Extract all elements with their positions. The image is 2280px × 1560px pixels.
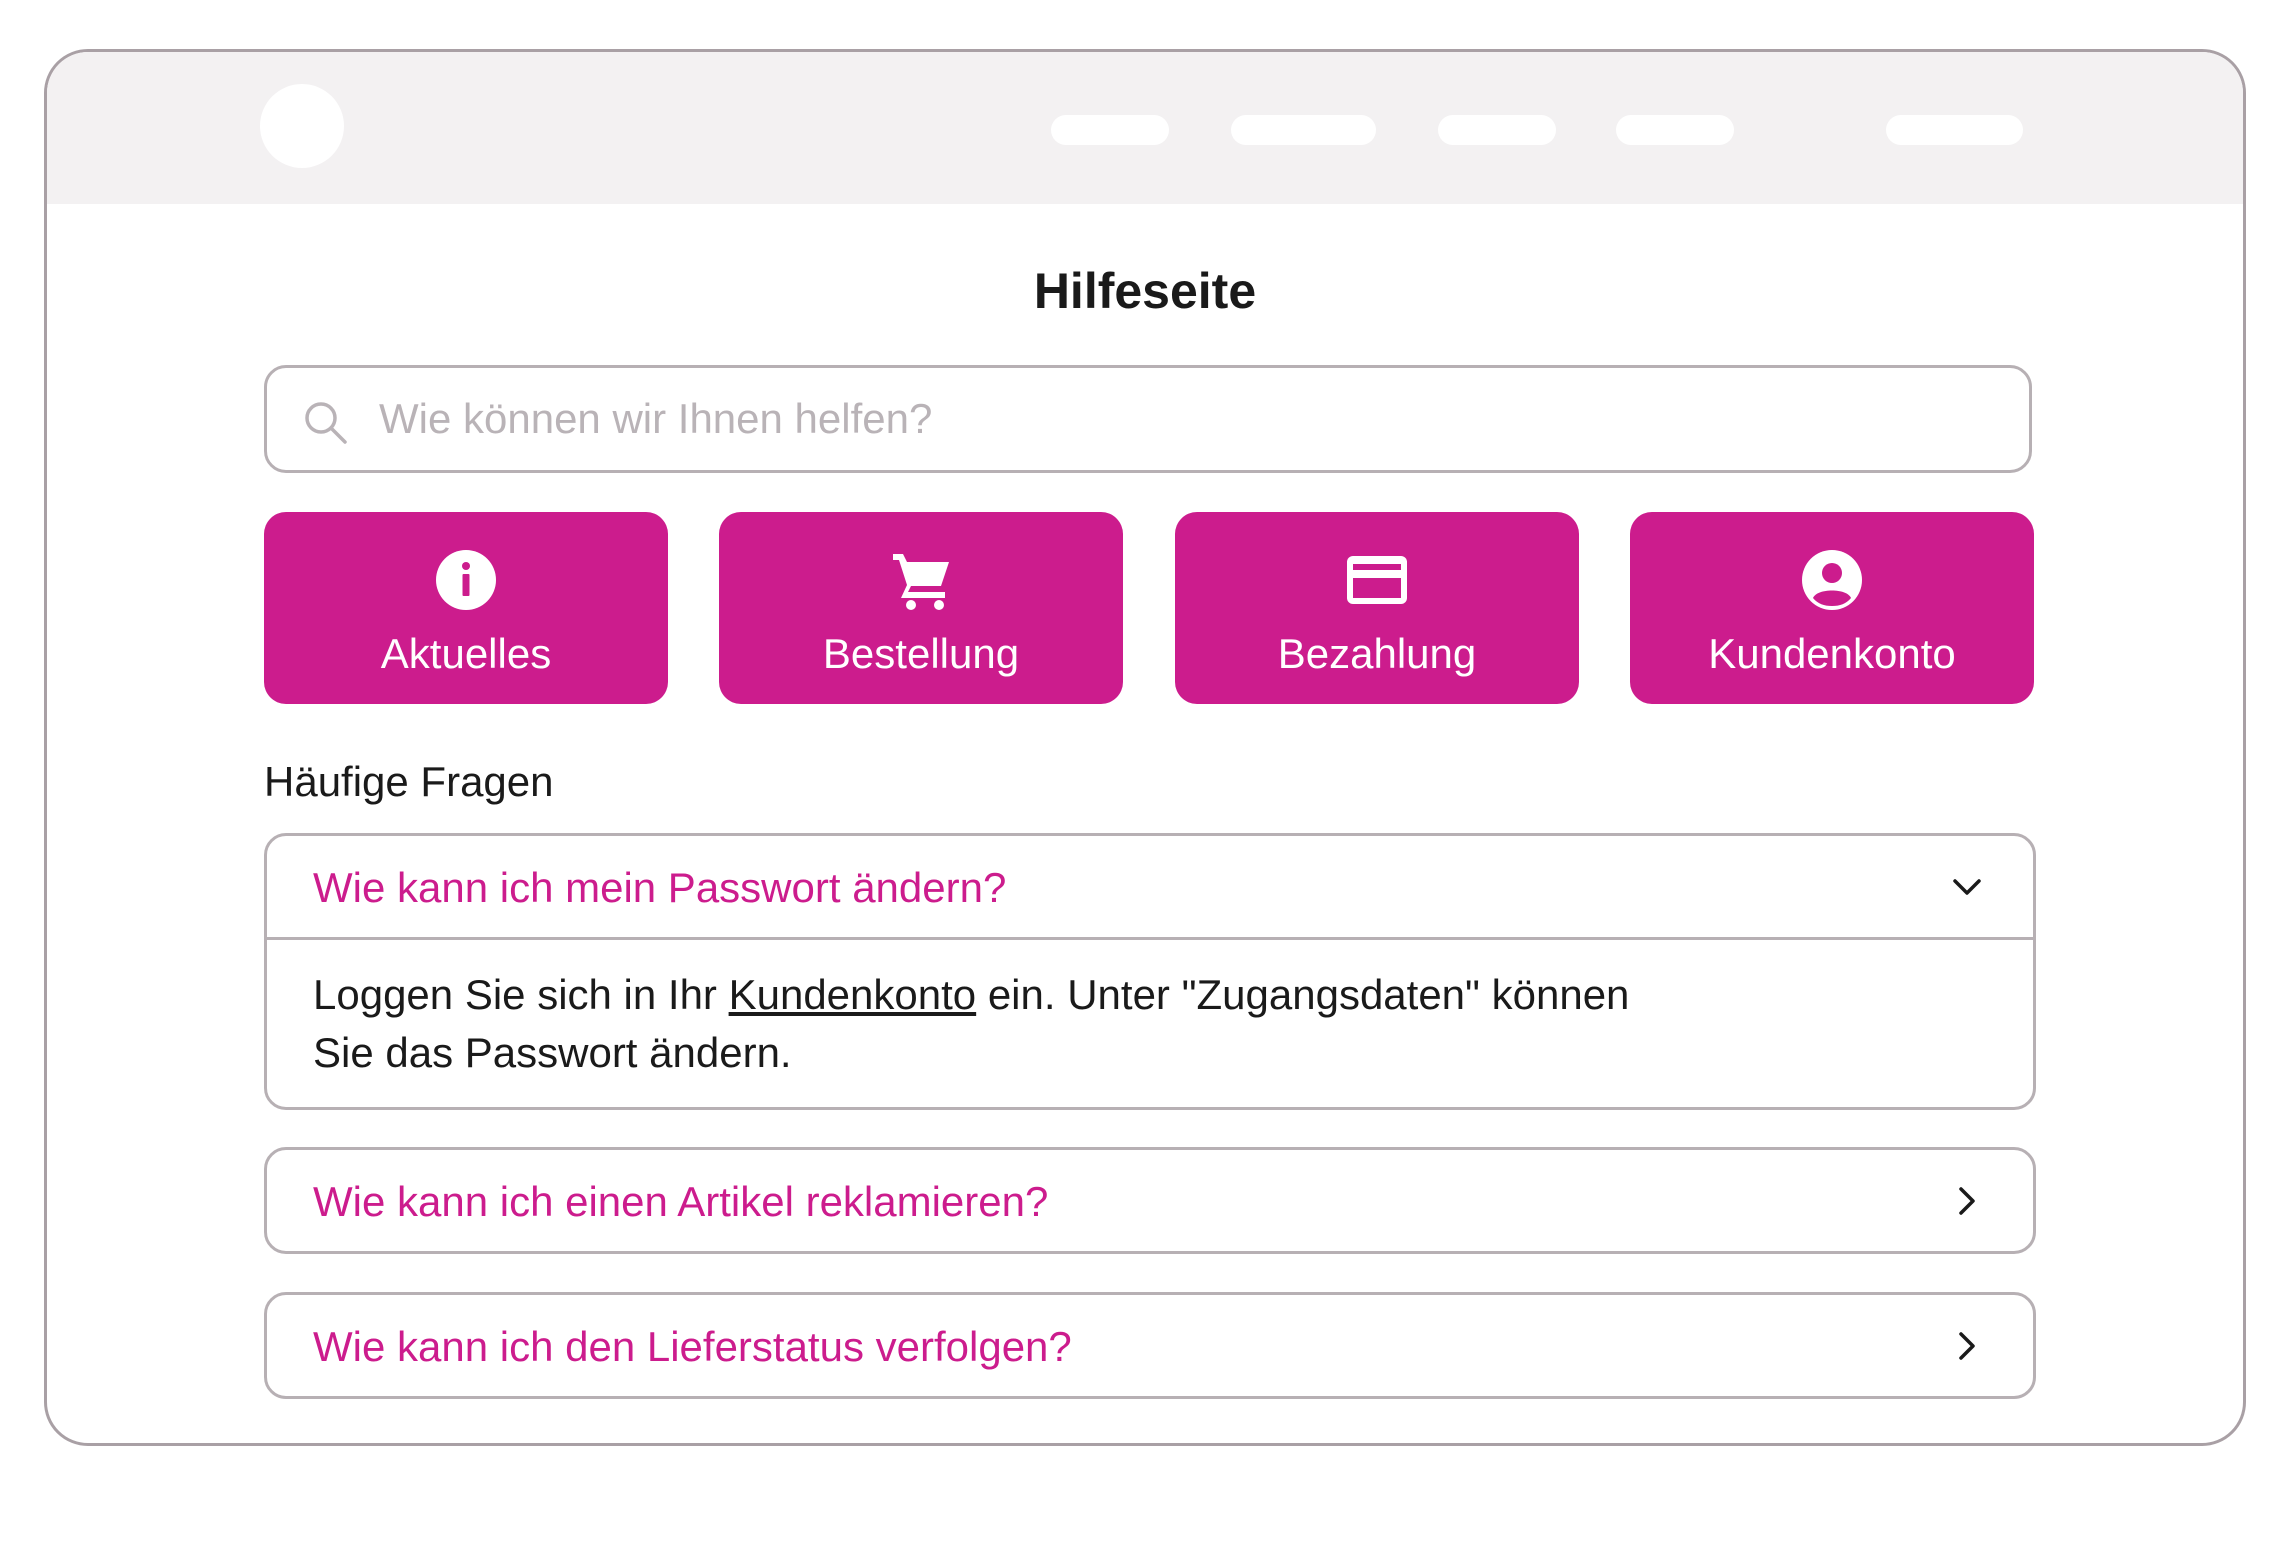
answer-text: Loggen Sie sich in Ihr <box>313 971 729 1018</box>
category-button-bezahlung[interactable]: Bezahlung <box>1175 512 1579 704</box>
faq-question: Wie kann ich den Lieferstatus verfolgen? <box>313 1323 1072 1370</box>
info-icon <box>436 550 496 610</box>
category-button-aktuelles[interactable]: Aktuelles <box>264 512 668 704</box>
page-title: Hilfeseite <box>1033 263 1257 319</box>
browser-window: Hilfeseite Aktuelles Bestellung Bezahlun… <box>44 49 2246 1446</box>
faq-answer: Loggen Sie sich in Ihr Kundenkonto ein. … <box>313 966 1713 1082</box>
logo-placeholder[interactable] <box>260 84 344 168</box>
credit-card-icon <box>1347 556 1407 604</box>
search-input[interactable] <box>379 368 1979 470</box>
chevron-right-icon <box>1959 1187 1975 1215</box>
cart-icon <box>893 554 949 610</box>
faq-question: Wie kann ich mein Passwort ändern? <box>313 864 1007 911</box>
faq-item[interactable]: Wie kann ich den Lieferstatus verfolgen? <box>264 1292 2036 1399</box>
faq-divider <box>267 937 2033 940</box>
nav-item-3[interactable] <box>1438 115 1556 145</box>
chevron-right-icon <box>1959 1332 1975 1360</box>
top-navigation-bar <box>47 52 2243 204</box>
nav-item-2[interactable] <box>1231 115 1376 145</box>
category-label: Bezahlung <box>1277 630 1477 677</box>
nav-item-5[interactable] <box>1886 115 2023 145</box>
category-button-bestellung[interactable]: Bestellung <box>719 512 1123 704</box>
chevron-down-icon <box>1953 879 1981 895</box>
faq-question-toggle[interactable]: Wie kann ich den Lieferstatus verfolgen? <box>267 1295 2033 1396</box>
faq-question: Wie kann ich einen Artikel reklamieren? <box>313 1178 1049 1225</box>
category-label: Bestellung <box>822 630 1020 677</box>
account-icon <box>1802 550 1862 610</box>
category-button-kundenkonto[interactable]: Kundenkonto <box>1630 512 2034 704</box>
nav-item-1[interactable] <box>1051 115 1169 145</box>
faq-question-toggle[interactable]: Wie kann ich mein Passwort ändern? <box>267 836 2033 937</box>
faq-item[interactable]: Wie kann ich einen Artikel reklamieren? <box>264 1147 2036 1254</box>
answer-text: Sie das Passwort ändern. <box>313 1029 792 1076</box>
search-box[interactable] <box>264 365 2032 473</box>
search-icon <box>305 402 347 444</box>
kundenkonto-link[interactable]: Kundenkonto <box>729 971 977 1018</box>
category-label: Kundenkonto <box>1708 630 1956 677</box>
nav-item-4[interactable] <box>1616 115 1734 145</box>
faq-section-title: Häufige Fragen <box>264 758 554 805</box>
faq-item-expanded: Wie kann ich mein Passwort ändern? Logge… <box>264 833 2036 1110</box>
faq-question-toggle[interactable]: Wie kann ich einen Artikel reklamieren? <box>267 1150 2033 1251</box>
answer-text: ein. Unter "Zugangsdaten" können <box>976 971 1630 1018</box>
category-label: Aktuelles <box>380 630 552 677</box>
